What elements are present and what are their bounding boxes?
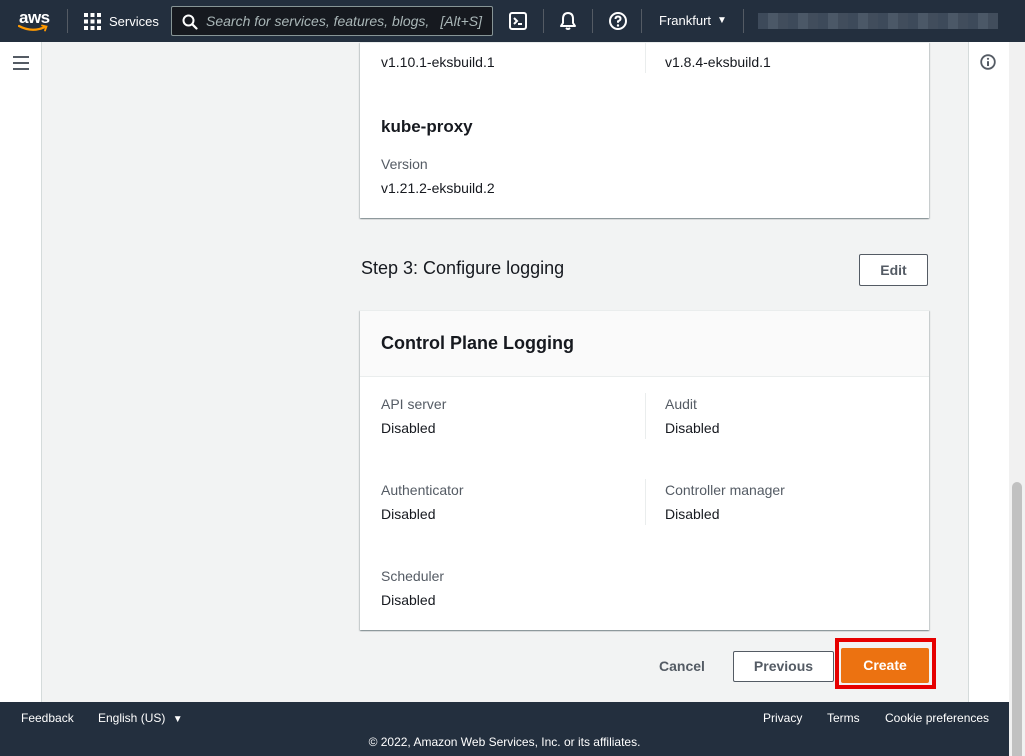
addon-version-value: v1.10.1-eksbuild.1 <box>381 54 495 70</box>
control-plane-logging-card: Control Plane Logging API server Disable… <box>360 310 929 630</box>
previous-button[interactable]: Previous <box>733 651 834 682</box>
search-shortcut-hint: [Alt+S] <box>440 13 482 29</box>
nav-divider <box>743 9 744 33</box>
step3-title: Step 3: Configure logging <box>361 258 565 278</box>
cloudshell-icon[interactable] <box>508 11 528 31</box>
control-plane-logging-title: Control Plane Logging <box>381 333 574 353</box>
nav-divider <box>592 9 593 33</box>
privacy-link[interactable]: Privacy <box>763 711 802 725</box>
services-label: Services <box>109 13 159 29</box>
info-icon[interactable] <box>980 54 996 70</box>
log-type-label-controller-manager: Controller manager <box>665 482 785 498</box>
services-menu-button[interactable]: Services <box>84 12 159 30</box>
page-scrollbar[interactable] <box>1009 42 1025 756</box>
nav-divider <box>641 9 642 33</box>
addon-version-value: v1.8.4-eksbuild.1 <box>665 54 771 70</box>
grid-icon <box>84 12 101 30</box>
menu-icon[interactable] <box>13 56 29 70</box>
card-header: Control Plane Logging <box>360 311 929 377</box>
aws-smile-icon <box>18 24 48 32</box>
page-footer: Feedback English (US) ▼ Privacy Terms Co… <box>0 702 1009 756</box>
caret-down-icon: ▼ <box>717 15 727 26</box>
kube-proxy-version-label: Version <box>381 156 428 172</box>
log-type-label-authenticator: Authenticator <box>381 482 464 498</box>
terms-link[interactable]: Terms <box>827 711 860 725</box>
side-navigation-strip <box>0 42 42 702</box>
copyright-text: © 2022, Amazon Web Services, Inc. or its… <box>368 735 641 749</box>
log-status-controller-manager: Disabled <box>665 506 720 522</box>
search-input[interactable] <box>206 11 431 31</box>
log-type-label-audit: Audit <box>665 396 697 412</box>
scrollbar-thumb[interactable] <box>1012 482 1022 756</box>
nav-divider <box>67 9 68 33</box>
search-box[interactable]: [Alt+S] <box>171 6 493 36</box>
region-selector[interactable]: Frankfurt ▼ <box>659 13 727 28</box>
feedback-link[interactable]: Feedback <box>21 711 74 725</box>
account-menu-redacted[interactable] <box>758 13 998 29</box>
column-divider <box>645 393 646 439</box>
help-icon[interactable] <box>608 11 628 31</box>
aws-logo[interactable]: aws <box>18 8 52 34</box>
bell-icon[interactable] <box>558 11 578 31</box>
column-divider <box>645 479 646 525</box>
language-selector[interactable]: English (US) ▼ <box>98 711 183 725</box>
region-label: Frankfurt <box>659 13 712 28</box>
cookie-preferences-link[interactable]: Cookie preferences <box>885 711 989 725</box>
log-type-label-scheduler: Scheduler <box>381 568 445 584</box>
caret-down-icon: ▼ <box>172 714 183 725</box>
log-type-label-api-server: API server <box>381 396 447 412</box>
log-status-authenticator: Disabled <box>381 506 436 522</box>
log-status-audit: Disabled <box>665 420 720 436</box>
kube-proxy-title: kube-proxy <box>381 117 473 136</box>
create-button[interactable]: Create <box>841 648 929 683</box>
top-navigation: aws Services [Alt+S] <box>0 0 1025 42</box>
cancel-button[interactable]: Cancel <box>650 652 714 680</box>
log-status-scheduler: Disabled <box>381 592 436 608</box>
tools-panel-strip <box>968 42 1009 702</box>
edit-logging-button[interactable]: Edit <box>859 254 928 286</box>
search-icon <box>182 14 198 30</box>
kube-proxy-version-value: v1.21.2-eksbuild.2 <box>381 180 495 196</box>
language-label: English (US) <box>98 711 166 725</box>
addons-card: v1.10.1-eksbuild.1 v1.8.4-eksbuild.1 kub… <box>360 42 929 218</box>
column-divider <box>645 43 646 73</box>
nav-divider <box>543 9 544 33</box>
log-status-api-server: Disabled <box>381 420 436 436</box>
